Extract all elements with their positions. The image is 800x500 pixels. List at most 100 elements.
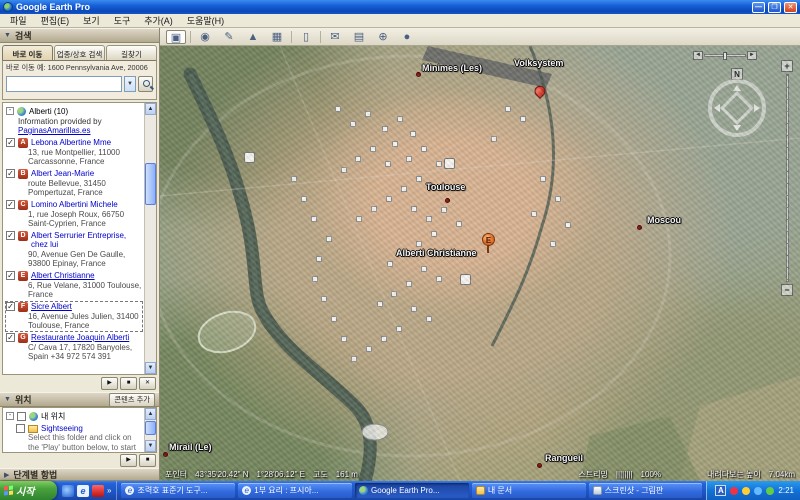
title-bar[interactable]: Google Earth Pro — ❐ ✕ <box>0 0 800 14</box>
play-tour-button[interactable]: ▶ <box>101 377 118 390</box>
placemark-label[interactable]: Toulouse <box>426 182 465 192</box>
result-item[interactable]: ✓EAlbert Christianne6, Rue Velane, 31000… <box>6 271 142 300</box>
poi-square-icon[interactable] <box>431 231 437 237</box>
tilt-slider[interactable]: ◄ ► <box>693 51 757 60</box>
poi-square-icon[interactable] <box>441 207 447 213</box>
start-button[interactable]: 시작 <box>0 481 57 500</box>
pan-right-icon[interactable] <box>754 104 760 112</box>
result-item[interactable]: ✓BAlbert Jean-Marieroute Bellevue, 31450… <box>6 169 142 198</box>
media-player-icon[interactable] <box>62 485 74 497</box>
clear-results-button[interactable]: ✕ <box>139 377 156 390</box>
poi-building-icon[interactable] <box>460 274 471 285</box>
add-path-icon[interactable]: ✎ <box>219 30 239 44</box>
sightseeing-folder-label[interactable]: Sightseeing <box>41 424 83 434</box>
places-scrollbar[interactable]: ▲ ▼ <box>144 408 156 452</box>
scroll-down-icon[interactable]: ▼ <box>145 440 156 452</box>
task-button[interactable]: 내 문서 <box>472 483 586 498</box>
poi-square-icon[interactable] <box>371 206 377 212</box>
my-places-checkbox[interactable] <box>17 412 26 421</box>
tilt-track[interactable] <box>704 54 746 57</box>
poi-square-icon[interactable] <box>331 316 337 322</box>
result-title[interactable]: Lebona Albertine Mme <box>31 138 111 148</box>
add-image-overlay-icon[interactable]: ▦ <box>267 30 287 44</box>
poi-square-icon[interactable] <box>387 261 393 267</box>
add-placemark-icon[interactable]: ◉ <box>195 30 215 44</box>
scroll-up-icon[interactable]: ▲ <box>145 103 156 115</box>
poi-square-icon[interactable] <box>406 281 412 287</box>
poi-square-icon[interactable] <box>321 296 327 302</box>
search-results-list[interactable]: - Alberti (10) Information provided by P… <box>2 102 157 375</box>
poi-square-icon[interactable] <box>411 206 417 212</box>
tab-0[interactable]: 바로 이동 <box>2 45 53 60</box>
poi-square-icon[interactable] <box>550 241 556 247</box>
result-item[interactable]: ✓GRestaurante Joaquin AlbertiC/ Cava 17,… <box>6 333 142 362</box>
tray-icon-red[interactable] <box>730 487 738 495</box>
poi-square-icon[interactable] <box>555 196 561 202</box>
stop-tour-button[interactable]: ■ <box>139 454 156 467</box>
toggle-sidebar-icon[interactable]: ▣ <box>166 30 186 44</box>
result-title[interactable]: Lomino Albertini Michele <box>31 200 118 210</box>
poi-square-icon[interactable] <box>436 276 442 282</box>
poi-building-icon[interactable] <box>444 158 455 169</box>
poi-square-icon[interactable] <box>426 316 432 322</box>
search-input[interactable] <box>6 76 122 92</box>
poi-square-icon[interactable] <box>326 236 332 242</box>
zoom-slider[interactable]: + − <box>781 60 794 296</box>
result-item[interactable]: ✓DAlbert Serrurier Entreprise, chez lui9… <box>6 231 142 269</box>
results-scrollbar[interactable]: ▲ ▼ <box>144 103 156 374</box>
pan-left-icon[interactable] <box>714 104 720 112</box>
task-button[interactable]: e조력호 표준기 도구... <box>121 483 235 498</box>
result-item[interactable]: ✓FSicre Albert16, Avenue Jules Julien, 3… <box>6 302 142 331</box>
result-checkbox[interactable]: ✓ <box>6 302 15 311</box>
placemark-label[interactable]: Volksystem <box>514 58 563 68</box>
result-title[interactable]: Albert Christianne <box>31 271 95 281</box>
task-button[interactable]: e1부 요리 : 프시아... <box>238 483 352 498</box>
places-list[interactable]: - 내 위치 Sightseeing Select this folder an… <box>2 407 157 453</box>
result-title[interactable]: Albert Jean-Marie <box>31 169 94 179</box>
layers-panel-header[interactable]: ▶ 단계별 항법 <box>0 468 159 481</box>
menu-item-0[interactable]: 파일 <box>4 13 33 28</box>
result-title[interactable]: Sicre Albert <box>31 302 72 312</box>
tab-2[interactable]: 길찾기 <box>106 45 157 60</box>
pan-up-icon[interactable] <box>733 85 741 91</box>
scrollbar-thumb[interactable] <box>145 163 156 205</box>
poi-square-icon[interactable] <box>341 167 347 173</box>
poi-square-icon[interactable] <box>316 256 322 262</box>
collapse-toggle-icon[interactable]: - <box>6 107 14 115</box>
stop-tour-button[interactable]: ■ <box>120 377 137 390</box>
result-item[interactable]: ✓ALebona Albertine Mme13, rue Montpellie… <box>6 138 142 167</box>
result-checkbox[interactable]: ✓ <box>6 138 15 147</box>
placemark-label[interactable]: Alberti Christianne <box>396 248 477 258</box>
view-in-google-maps-icon[interactable]: ⊕ <box>373 30 393 44</box>
poi-square-icon[interactable] <box>397 116 403 122</box>
app-shortcut-icon[interactable] <box>92 485 104 497</box>
result-checkbox[interactable]: ✓ <box>6 333 15 342</box>
zoom-in-button[interactable]: + <box>781 60 793 72</box>
poi-square-icon[interactable] <box>370 146 376 152</box>
poi-building-icon[interactable] <box>244 152 255 163</box>
poi-square-icon[interactable] <box>381 336 387 342</box>
poi-square-icon[interactable] <box>301 196 307 202</box>
poi-square-icon[interactable] <box>396 326 402 332</box>
tilt-left-icon[interactable]: ◄ <box>693 51 703 60</box>
poi-square-icon[interactable] <box>411 306 417 312</box>
internet-explorer-icon[interactable]: e <box>77 485 89 497</box>
my-places-label[interactable]: 내 위치 <box>41 412 65 422</box>
result-checkbox[interactable]: ✓ <box>6 231 15 240</box>
placemark-dot-icon[interactable] <box>637 225 642 230</box>
result-checkbox[interactable]: ✓ <box>6 200 15 209</box>
provider-link[interactable]: PaginasAmarillas.es <box>18 126 142 136</box>
tray-icon-blue[interactable] <box>754 487 762 495</box>
poi-square-icon[interactable] <box>335 106 341 112</box>
poi-square-icon[interactable] <box>382 126 388 132</box>
poi-square-icon[interactable] <box>456 221 462 227</box>
task-button[interactable]: 스크린샷 - 그림판 <box>589 483 703 498</box>
poi-square-icon[interactable] <box>406 156 412 162</box>
poi-square-icon[interactable] <box>365 111 371 117</box>
poi-square-icon[interactable] <box>355 156 361 162</box>
ime-indicator[interactable]: A <box>715 485 726 496</box>
scrollbar-thumb[interactable] <box>145 421 156 435</box>
result-checkbox[interactable]: ✓ <box>6 271 15 280</box>
zoom-out-button[interactable]: − <box>781 284 793 296</box>
search-combo-dropdown[interactable]: ▼ <box>124 76 136 92</box>
